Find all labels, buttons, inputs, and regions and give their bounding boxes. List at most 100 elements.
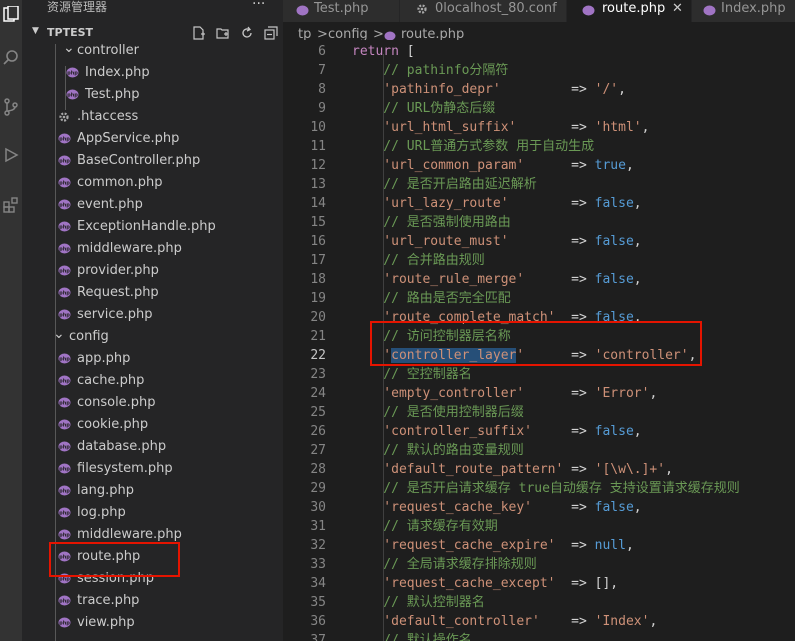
tab-label: route.php xyxy=(602,1,666,16)
code-editor[interactable]: 6 return [7 // pathinfo分隔符 8 'pathinfo_dep… xyxy=(283,40,795,641)
code-line[interactable]: 15 // 是否强制使用路由 xyxy=(283,213,795,232)
tree-item-config[interactable]: ⌄ config xyxy=(22,326,283,348)
tree-item-common-php[interactable]: php common.php xyxy=(22,172,283,194)
more-actions-icon[interactable]: ··· xyxy=(252,0,265,12)
tree-item-provider-php[interactable]: php provider.php xyxy=(22,260,283,282)
code-line[interactable]: 9 // URL伪静态后缀 xyxy=(283,99,795,118)
code-line[interactable]: 25 // 是否使用控制器后缀 xyxy=(283,403,795,422)
tab-0localhost-conf[interactable]: 0localhost_80.conf xyxy=(400,0,566,22)
code-token: 'controller_suffix' xyxy=(352,424,533,439)
code-token: , xyxy=(633,424,642,439)
code-token: // pathinfo分隔符 xyxy=(352,63,509,78)
tree-item-trace-php[interactable]: php trace.php xyxy=(22,590,283,612)
tree-item-cookie-php[interactable]: php cookie.php xyxy=(22,414,283,436)
code-token: , xyxy=(665,462,673,477)
line-number: 7 xyxy=(318,63,326,78)
code-line[interactable]: 11 // URL普通方式参数 用于自动生成 xyxy=(283,137,795,156)
tree-item-basecontroller-php[interactable]: php BaseController.php xyxy=(22,150,283,172)
tree-item-view-php[interactable]: php view.php xyxy=(22,612,283,634)
code-line[interactable]: 10 'url_html_suffix' => 'html', xyxy=(283,118,795,137)
tree-item-index-php[interactable]: php Index.php xyxy=(22,62,283,84)
code-line[interactable]: 36 'default_controller' => 'Index', xyxy=(283,612,795,631)
explorer-title: 资源管理器 xyxy=(47,0,108,14)
refresh-icon[interactable] xyxy=(238,25,256,41)
search-icon[interactable] xyxy=(0,42,22,72)
tree-item-controller[interactable]: ⌄ controller xyxy=(22,40,283,62)
code-line[interactable]: 37 // 默认操作名 xyxy=(283,631,795,641)
tree-item-console-php[interactable]: php console.php xyxy=(22,392,283,414)
code-line[interactable]: 33 // 全局请求缓存排除规则 xyxy=(283,555,795,574)
run-debug-icon[interactable] xyxy=(0,140,22,170)
code-token: => xyxy=(508,234,595,249)
code-token: , xyxy=(641,120,650,135)
code-line[interactable]: 32 'request_cache_expire' => null, xyxy=(283,536,795,555)
line-code: // 全局请求缓存排除规则 xyxy=(352,555,537,574)
tab-label: 0localhost_80.conf xyxy=(435,1,557,16)
tree-item-label: middleware.php xyxy=(77,527,182,542)
new-folder-icon[interactable] xyxy=(214,25,232,41)
code-line[interactable]: 13 // 是否开启路由延迟解析 xyxy=(283,175,795,194)
tree-item-middleware-php[interactable]: php middleware.php xyxy=(22,238,283,260)
code-token: => xyxy=(508,196,595,211)
chevron-down-icon[interactable]: ⌄ xyxy=(53,326,65,342)
code-line[interactable]: 8 'pathinfo_depr' => '/', xyxy=(283,80,795,99)
close-icon[interactable]: ✕ xyxy=(672,1,683,16)
code-line[interactable]: 35 // 默认控制器名 xyxy=(283,593,795,612)
tab-label: Index.php xyxy=(721,1,786,16)
tree-item-app-php[interactable]: php app.php xyxy=(22,348,283,370)
editor-tab-bar: Test.php 0localhost_80.conf route.php ✕ … xyxy=(283,0,795,22)
code-line[interactable]: 12 'url_common_param' => true, xyxy=(283,156,795,175)
php-icon: php xyxy=(58,419,71,431)
tree-item-filesystem-php[interactable]: php filesystem.php xyxy=(22,458,283,480)
tab-route-php[interactable]: route.php ✕ xyxy=(567,0,691,22)
code-line[interactable]: 14 'url_lazy_route' => false, xyxy=(283,194,795,213)
tree-item-test-php[interactable]: php Test.php xyxy=(22,84,283,106)
tree-item-service-php[interactable]: php service.php xyxy=(22,304,283,326)
tab-index-php[interactable]: Index.php xyxy=(692,0,795,22)
code-line[interactable]: 23 // 空控制器名 xyxy=(283,365,795,384)
code-line[interactable]: 29 // 是否开启请求缓存 true自动缓存 支持设置请求缓存规则 xyxy=(283,479,795,498)
code-token: 'url_html_suffix' xyxy=(352,120,517,135)
code-line[interactable]: 31 // 请求缓存有效期 xyxy=(283,517,795,536)
line-code: // 默认的路由变量规则 xyxy=(352,441,524,460)
tree-item-exceptionhandle-php[interactable]: php ExceptionHandle.php xyxy=(22,216,283,238)
tree-item-event-php[interactable]: php event.php xyxy=(22,194,283,216)
code-line[interactable]: 30 'request_cache_key' => false, xyxy=(283,498,795,517)
tab-test-php[interactable]: Test.php xyxy=(283,0,399,22)
line-code: 'empty_controller' => 'Error', xyxy=(352,384,657,403)
new-file-icon[interactable] xyxy=(190,25,208,41)
chevron-down-icon[interactable]: ⌄ xyxy=(63,40,75,56)
code-line[interactable]: 18 'route_rule_merge' => false, xyxy=(283,270,795,289)
tree-item-request-php[interactable]: php Request.php xyxy=(22,282,283,304)
code-line[interactable]: 26 'controller_suffix' => false, xyxy=(283,422,795,441)
line-code: // 是否开启路由延迟解析 xyxy=(352,175,537,194)
code-line[interactable]: 16 'url_route_must' => false, xyxy=(283,232,795,251)
code-line[interactable]: 24 'empty_controller' => 'Error', xyxy=(283,384,795,403)
tree-item-database-php[interactable]: php database.php xyxy=(22,436,283,458)
line-code: // 默认操作名 xyxy=(352,631,472,641)
extensions-icon[interactable] xyxy=(0,190,22,220)
tree-item-label: database.php xyxy=(77,439,167,454)
source-control-icon[interactable] xyxy=(0,92,22,122)
code-line[interactable]: 17 // 合并路由规则 xyxy=(283,251,795,270)
section-actions xyxy=(190,25,280,41)
collapse-all-icon[interactable] xyxy=(262,25,280,41)
code-token: // 默认控制器名 xyxy=(352,595,485,610)
code-line[interactable]: 34 'request_cache_except' => [], xyxy=(283,574,795,593)
code-line[interactable]: 7 // pathinfo分隔符 xyxy=(283,61,795,80)
code-line[interactable]: 6 return [ xyxy=(283,42,795,61)
code-token: [], xyxy=(594,576,619,591)
tree-item-cache-php[interactable]: php cache.php xyxy=(22,370,283,392)
svg-text:php: php xyxy=(59,181,70,187)
code-line[interactable]: 27 // 默认的路由变量规则 xyxy=(283,441,795,460)
tree-item-appservice-php[interactable]: php AppService.php xyxy=(22,128,283,150)
tree-item-lang-php[interactable]: php lang.php xyxy=(22,480,283,502)
code-line[interactable]: 19 // 路由是否完全匹配 xyxy=(283,289,795,308)
svg-text:php: php xyxy=(67,71,78,77)
tree-item-htaccess[interactable]: .htaccess xyxy=(22,106,283,128)
tree-item-log-php[interactable]: php log.php xyxy=(22,502,283,524)
code-line[interactable]: 28 'default_route_pattern' => '[\w\.]+', xyxy=(283,460,795,479)
explorer-icon[interactable] xyxy=(0,0,22,30)
line-code: 'pathinfo_depr' => '/', xyxy=(352,80,626,99)
code-token: [ xyxy=(398,44,415,59)
